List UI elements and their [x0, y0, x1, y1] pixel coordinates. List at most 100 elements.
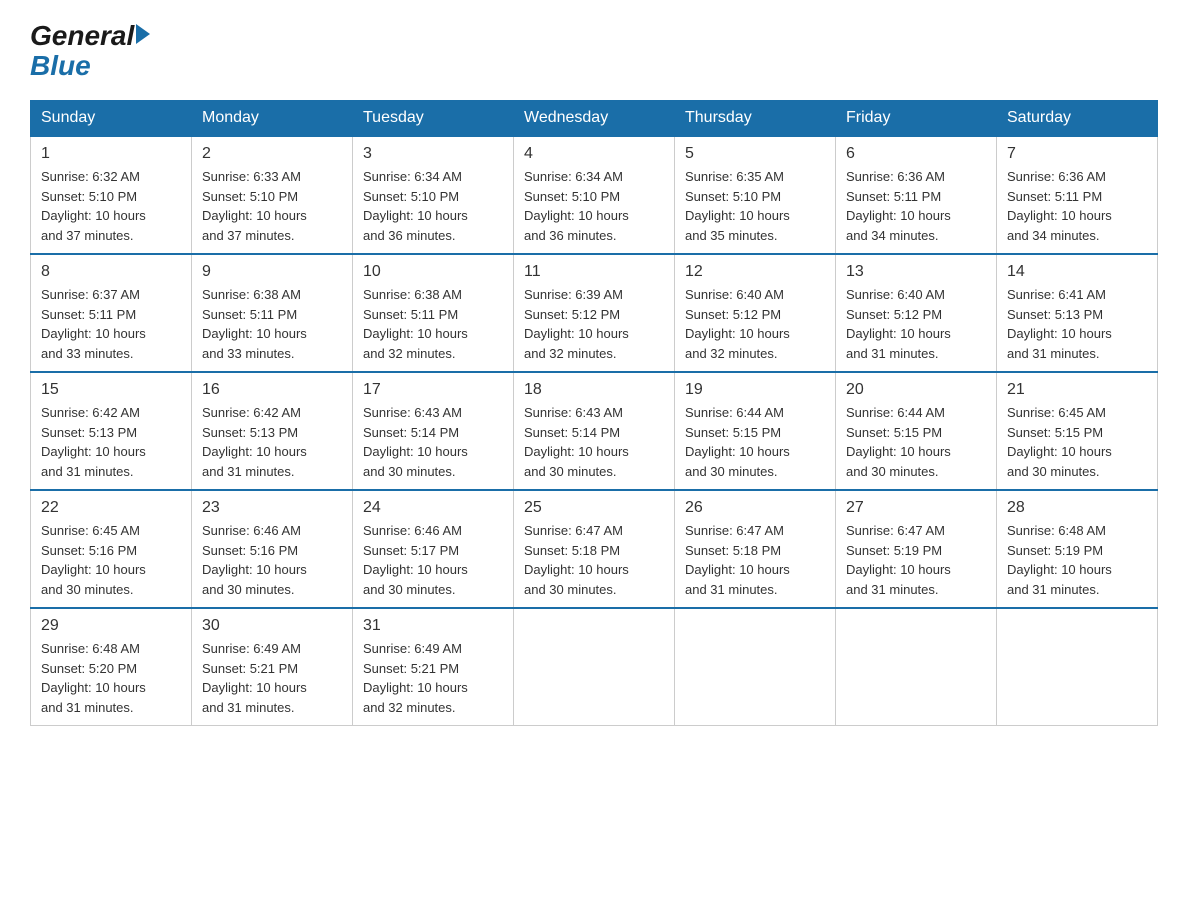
calendar-cell: 1 Sunrise: 6:32 AMSunset: 5:10 PMDayligh… — [31, 136, 192, 254]
week-row-5: 29 Sunrise: 6:48 AMSunset: 5:20 PMDaylig… — [31, 608, 1158, 726]
calendar-cell: 9 Sunrise: 6:38 AMSunset: 5:11 PMDayligh… — [192, 254, 353, 372]
day-number: 17 — [363, 381, 503, 399]
calendar-cell: 14 Sunrise: 6:41 AMSunset: 5:13 PMDaylig… — [997, 254, 1158, 372]
day-info: Sunrise: 6:48 AMSunset: 5:19 PMDaylight:… — [1007, 521, 1147, 599]
day-info: Sunrise: 6:47 AMSunset: 5:18 PMDaylight:… — [524, 521, 664, 599]
weekday-header-wednesday: Wednesday — [514, 101, 675, 137]
day-number: 10 — [363, 263, 503, 281]
day-number: 5 — [685, 145, 825, 163]
page-header: General Blue — [30, 20, 1158, 80]
day-number: 29 — [41, 617, 181, 635]
calendar-cell: 22 Sunrise: 6:45 AMSunset: 5:16 PMDaylig… — [31, 490, 192, 608]
calendar-cell: 3 Sunrise: 6:34 AMSunset: 5:10 PMDayligh… — [353, 136, 514, 254]
weekday-header-saturday: Saturday — [997, 101, 1158, 137]
day-info: Sunrise: 6:46 AMSunset: 5:16 PMDaylight:… — [202, 521, 342, 599]
week-row-1: 1 Sunrise: 6:32 AMSunset: 5:10 PMDayligh… — [31, 136, 1158, 254]
day-info: Sunrise: 6:46 AMSunset: 5:17 PMDaylight:… — [363, 521, 503, 599]
calendar-cell: 23 Sunrise: 6:46 AMSunset: 5:16 PMDaylig… — [192, 490, 353, 608]
calendar-cell: 4 Sunrise: 6:34 AMSunset: 5:10 PMDayligh… — [514, 136, 675, 254]
calendar-table: SundayMondayTuesdayWednesdayThursdayFrid… — [30, 100, 1158, 726]
calendar-cell: 20 Sunrise: 6:44 AMSunset: 5:15 PMDaylig… — [836, 372, 997, 490]
day-info: Sunrise: 6:42 AMSunset: 5:13 PMDaylight:… — [202, 403, 342, 481]
day-info: Sunrise: 6:40 AMSunset: 5:12 PMDaylight:… — [846, 285, 986, 363]
day-info: Sunrise: 6:44 AMSunset: 5:15 PMDaylight:… — [685, 403, 825, 481]
day-info: Sunrise: 6:36 AMSunset: 5:11 PMDaylight:… — [846, 167, 986, 245]
day-info: Sunrise: 6:49 AMSunset: 5:21 PMDaylight:… — [202, 639, 342, 717]
day-info: Sunrise: 6:40 AMSunset: 5:12 PMDaylight:… — [685, 285, 825, 363]
day-number: 2 — [202, 145, 342, 163]
day-info: Sunrise: 6:42 AMSunset: 5:13 PMDaylight:… — [41, 403, 181, 481]
day-info: Sunrise: 6:45 AMSunset: 5:15 PMDaylight:… — [1007, 403, 1147, 481]
weekday-header-thursday: Thursday — [675, 101, 836, 137]
calendar-cell: 2 Sunrise: 6:33 AMSunset: 5:10 PMDayligh… — [192, 136, 353, 254]
calendar-cell: 25 Sunrise: 6:47 AMSunset: 5:18 PMDaylig… — [514, 490, 675, 608]
day-info: Sunrise: 6:39 AMSunset: 5:12 PMDaylight:… — [524, 285, 664, 363]
day-number: 24 — [363, 499, 503, 517]
weekday-header-monday: Monday — [192, 101, 353, 137]
calendar-cell: 19 Sunrise: 6:44 AMSunset: 5:15 PMDaylig… — [675, 372, 836, 490]
day-number: 28 — [1007, 499, 1147, 517]
day-number: 8 — [41, 263, 181, 281]
week-row-3: 15 Sunrise: 6:42 AMSunset: 5:13 PMDaylig… — [31, 372, 1158, 490]
day-info: Sunrise: 6:43 AMSunset: 5:14 PMDaylight:… — [363, 403, 503, 481]
day-number: 9 — [202, 263, 342, 281]
day-info: Sunrise: 6:33 AMSunset: 5:10 PMDaylight:… — [202, 167, 342, 245]
weekday-header-tuesday: Tuesday — [353, 101, 514, 137]
day-number: 11 — [524, 263, 664, 281]
logo-arrow-icon — [136, 24, 150, 44]
calendar-cell: 16 Sunrise: 6:42 AMSunset: 5:13 PMDaylig… — [192, 372, 353, 490]
day-info: Sunrise: 6:41 AMSunset: 5:13 PMDaylight:… — [1007, 285, 1147, 363]
day-number: 26 — [685, 499, 825, 517]
calendar-cell: 24 Sunrise: 6:46 AMSunset: 5:17 PMDaylig… — [353, 490, 514, 608]
calendar-cell: 13 Sunrise: 6:40 AMSunset: 5:12 PMDaylig… — [836, 254, 997, 372]
week-row-4: 22 Sunrise: 6:45 AMSunset: 5:16 PMDaylig… — [31, 490, 1158, 608]
day-number: 12 — [685, 263, 825, 281]
calendar-cell: 17 Sunrise: 6:43 AMSunset: 5:14 PMDaylig… — [353, 372, 514, 490]
day-number: 1 — [41, 145, 181, 163]
day-number: 14 — [1007, 263, 1147, 281]
calendar-cell — [514, 608, 675, 726]
day-info: Sunrise: 6:43 AMSunset: 5:14 PMDaylight:… — [524, 403, 664, 481]
day-info: Sunrise: 6:37 AMSunset: 5:11 PMDaylight:… — [41, 285, 181, 363]
day-number: 19 — [685, 381, 825, 399]
calendar-cell: 21 Sunrise: 6:45 AMSunset: 5:15 PMDaylig… — [997, 372, 1158, 490]
calendar-cell — [675, 608, 836, 726]
calendar-cell: 6 Sunrise: 6:36 AMSunset: 5:11 PMDayligh… — [836, 136, 997, 254]
calendar-cell: 30 Sunrise: 6:49 AMSunset: 5:21 PMDaylig… — [192, 608, 353, 726]
day-info: Sunrise: 6:36 AMSunset: 5:11 PMDaylight:… — [1007, 167, 1147, 245]
weekday-header-row: SundayMondayTuesdayWednesdayThursdayFrid… — [31, 101, 1158, 137]
calendar-cell: 7 Sunrise: 6:36 AMSunset: 5:11 PMDayligh… — [997, 136, 1158, 254]
day-info: Sunrise: 6:34 AMSunset: 5:10 PMDaylight:… — [524, 167, 664, 245]
day-info: Sunrise: 6:47 AMSunset: 5:19 PMDaylight:… — [846, 521, 986, 599]
calendar-cell: 12 Sunrise: 6:40 AMSunset: 5:12 PMDaylig… — [675, 254, 836, 372]
day-number: 22 — [41, 499, 181, 517]
logo-general-text: General — [30, 20, 134, 52]
calendar-cell: 8 Sunrise: 6:37 AMSunset: 5:11 PMDayligh… — [31, 254, 192, 372]
day-number: 21 — [1007, 381, 1147, 399]
calendar-cell: 11 Sunrise: 6:39 AMSunset: 5:12 PMDaylig… — [514, 254, 675, 372]
calendar-cell: 31 Sunrise: 6:49 AMSunset: 5:21 PMDaylig… — [353, 608, 514, 726]
day-number: 18 — [524, 381, 664, 399]
calendar-cell: 29 Sunrise: 6:48 AMSunset: 5:20 PMDaylig… — [31, 608, 192, 726]
calendar-cell: 15 Sunrise: 6:42 AMSunset: 5:13 PMDaylig… — [31, 372, 192, 490]
day-info: Sunrise: 6:32 AMSunset: 5:10 PMDaylight:… — [41, 167, 181, 245]
day-number: 23 — [202, 499, 342, 517]
weekday-header-sunday: Sunday — [31, 101, 192, 137]
day-number: 3 — [363, 145, 503, 163]
day-number: 6 — [846, 145, 986, 163]
day-number: 27 — [846, 499, 986, 517]
day-info: Sunrise: 6:45 AMSunset: 5:16 PMDaylight:… — [41, 521, 181, 599]
calendar-cell — [836, 608, 997, 726]
day-number: 15 — [41, 381, 181, 399]
weekday-header-friday: Friday — [836, 101, 997, 137]
logo-blue-text: Blue — [30, 52, 150, 80]
calendar-cell: 10 Sunrise: 6:38 AMSunset: 5:11 PMDaylig… — [353, 254, 514, 372]
logo: General Blue — [30, 20, 150, 80]
day-number: 7 — [1007, 145, 1147, 163]
day-info: Sunrise: 6:48 AMSunset: 5:20 PMDaylight:… — [41, 639, 181, 717]
day-info: Sunrise: 6:35 AMSunset: 5:10 PMDaylight:… — [685, 167, 825, 245]
week-row-2: 8 Sunrise: 6:37 AMSunset: 5:11 PMDayligh… — [31, 254, 1158, 372]
day-info: Sunrise: 6:44 AMSunset: 5:15 PMDaylight:… — [846, 403, 986, 481]
day-number: 20 — [846, 381, 986, 399]
calendar-cell: 5 Sunrise: 6:35 AMSunset: 5:10 PMDayligh… — [675, 136, 836, 254]
